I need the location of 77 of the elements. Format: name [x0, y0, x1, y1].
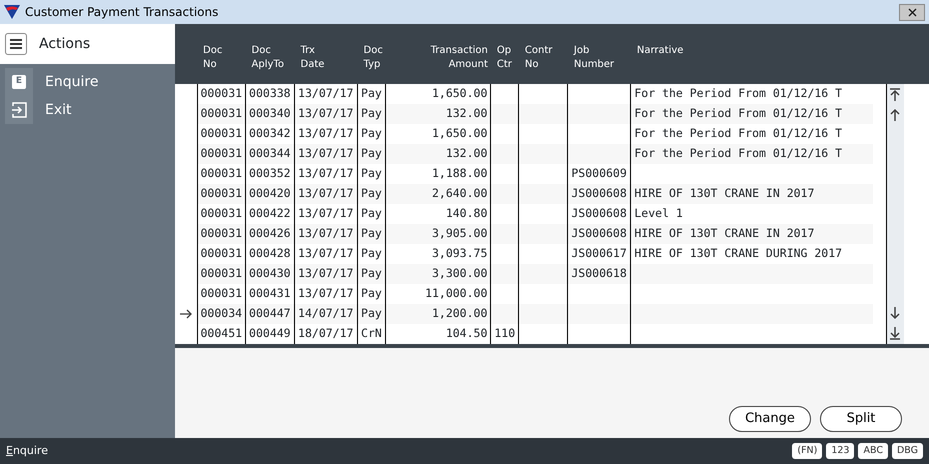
table-cell: 3,300.00	[386, 264, 491, 284]
column-header: Job Number	[568, 24, 631, 84]
table-cell: 000034	[197, 304, 246, 324]
scroll-down-icon[interactable]	[889, 306, 902, 320]
table-cell: 13/07/17	[294, 144, 358, 164]
sidebar-title: Actions	[39, 34, 90, 54]
header-background	[872, 24, 929, 84]
scroll-top-icon[interactable]	[889, 88, 902, 102]
column-header: Narrative	[630, 24, 873, 84]
table-cell: 000449	[246, 324, 295, 344]
column-header: Doc No	[197, 24, 246, 84]
sidebar-item[interactable]: E Enquire	[0, 68, 175, 96]
table-cell: JS000608	[568, 184, 631, 204]
table-cell: JS000608	[568, 224, 631, 244]
table-cell: 13/07/17	[294, 224, 358, 244]
status-indicator: 123	[826, 442, 854, 460]
table-cell: 000447	[246, 304, 295, 324]
column-header: Op Ctr	[490, 24, 519, 84]
table-cell: 132.00	[386, 144, 491, 164]
table-cell: 18/07/17	[294, 324, 358, 344]
table-cell: 3,905.00	[386, 224, 491, 244]
table-cell: Pay	[358, 304, 386, 324]
action-button[interactable]: Change	[729, 406, 811, 432]
window-title: Customer Payment Transactions	[25, 4, 218, 21]
menu-button[interactable]	[5, 33, 27, 55]
table-cell: Pay	[358, 224, 386, 244]
sidebar-item[interactable]: Exit	[0, 96, 175, 124]
exit-icon	[11, 102, 27, 118]
table-cell: 000344	[246, 144, 295, 164]
table-cell: Pay	[358, 144, 386, 164]
current-row-arrow-icon	[180, 309, 192, 320]
column-header: Transaction Amount	[386, 24, 491, 84]
column-header: Contr No	[518, 24, 568, 84]
table-cell: 000031	[197, 224, 246, 244]
table-cell: 13/07/17	[294, 104, 358, 124]
table-cell: Pay	[358, 184, 386, 204]
close-button[interactable]	[899, 4, 925, 20]
table-cell: JS000618	[568, 264, 631, 284]
action-button[interactable]: Split	[820, 406, 902, 432]
table-cell: 1,200.00	[386, 304, 491, 324]
table-cell: 2,640.00	[386, 184, 491, 204]
column-header: Doc AplyTo	[246, 24, 295, 84]
table-cell: 13/07/17	[294, 184, 358, 204]
table-cell: 13/07/17	[294, 264, 358, 284]
table-cell: 000426	[246, 224, 295, 244]
table-cell: Pay	[358, 104, 386, 124]
scroll-up-icon[interactable]	[889, 108, 902, 122]
scroll-bottom-icon[interactable]	[889, 326, 902, 340]
table-cell: 000031	[197, 184, 246, 204]
status-indicator: ABC	[858, 442, 888, 460]
table-cell: 000031	[197, 144, 246, 164]
close-icon	[908, 8, 916, 16]
status-indicator: (FN)	[792, 442, 822, 460]
table-cell: 000031	[197, 104, 246, 124]
table-cell: 104.50	[386, 324, 491, 344]
table-cell: 000031	[197, 264, 246, 284]
table-cell: HIRE OF 130T CRANE IN 2017	[630, 184, 873, 204]
column-header: Doc Typ	[358, 24, 386, 84]
app-logo-icon	[4, 5, 20, 19]
table-cell: HIRE OF 130T CRANE IN 2017	[630, 224, 873, 244]
table-cell: 14/07/17	[294, 304, 358, 324]
status-indicator: DBG	[892, 442, 923, 460]
table-cell: For the Period From 01/12/16 T	[630, 144, 873, 164]
table-cell: For the Period From 01/12/16 T	[630, 104, 873, 124]
menu-icon	[10, 39, 22, 49]
table-cell: 132.00	[386, 104, 491, 124]
status-mode: Enquire	[6, 442, 48, 459]
key-icon: E	[12, 75, 26, 89]
table-cell: 000451	[197, 324, 246, 344]
column-header: Trx Date	[294, 24, 358, 84]
table-cell: 000340	[246, 104, 295, 124]
table-cell: CrN	[358, 324, 386, 344]
row-indicator-header	[175, 24, 197, 84]
table-cell: Pay	[358, 264, 386, 284]
table-cell: 110	[490, 324, 519, 344]
table-cell: 000430	[246, 264, 295, 284]
table-cell: 000420	[246, 184, 295, 204]
